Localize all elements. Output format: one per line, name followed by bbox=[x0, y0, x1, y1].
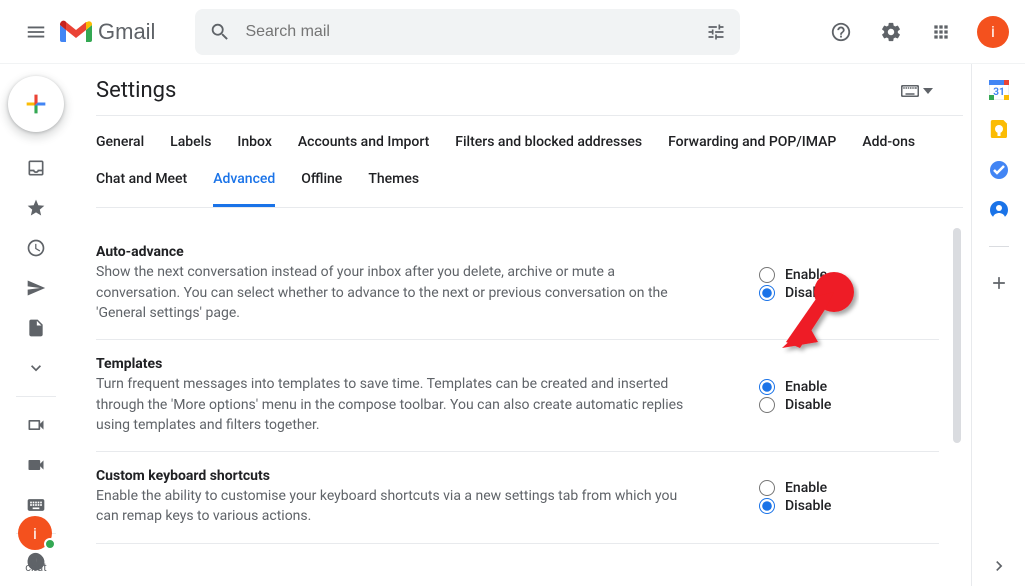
enable-label[interactable]: Enable bbox=[785, 267, 827, 283]
compose-button[interactable] bbox=[8, 76, 64, 132]
setting-name: Custom keyboard shortcuts bbox=[96, 468, 699, 484]
setting-description: Show the next conversation instead of yo… bbox=[96, 262, 699, 323]
setting-name: Templates bbox=[96, 356, 699, 372]
inbox-nav-icon[interactable] bbox=[16, 148, 56, 188]
account-avatar[interactable]: i bbox=[977, 16, 1009, 48]
left-sidebar: i chat bbox=[0, 64, 72, 586]
tab-filters[interactable]: Filters and blocked addresses bbox=[455, 130, 642, 167]
help-icon bbox=[830, 21, 852, 43]
tab-chat[interactable]: Chat and Meet bbox=[96, 167, 187, 207]
page-title: Settings bbox=[96, 78, 176, 103]
templates-disable-radio[interactable] bbox=[759, 397, 775, 413]
svg-text:31: 31 bbox=[993, 87, 1004, 98]
scrollbar-thumb[interactable] bbox=[953, 228, 961, 443]
tab-offline[interactable]: Offline bbox=[301, 167, 342, 207]
input-tools-button[interactable] bbox=[901, 84, 933, 98]
shortcuts-enable-radio[interactable] bbox=[759, 480, 775, 496]
presence-indicator-icon bbox=[44, 538, 56, 550]
tab-themes[interactable]: Themes bbox=[368, 167, 419, 207]
main-content: Settings General Labels Inbox Accounts a… bbox=[72, 64, 971, 586]
right-side-panel: 31 bbox=[971, 64, 1025, 586]
gear-icon bbox=[880, 21, 902, 43]
settings-tabs: General Labels Inbox Accounts and Import… bbox=[96, 115, 963, 208]
gmail-logo-icon bbox=[60, 20, 92, 44]
sent-nav-icon[interactable] bbox=[16, 268, 56, 308]
setting-description: Enable the ability to customise your key… bbox=[96, 486, 699, 527]
hamburger-icon bbox=[25, 21, 47, 43]
search-bar[interactable] bbox=[195, 9, 740, 55]
tab-advanced[interactable]: Advanced bbox=[213, 167, 275, 207]
search-icon[interactable] bbox=[209, 21, 231, 43]
header-actions: i bbox=[821, 12, 1009, 52]
keyboard-icon bbox=[901, 84, 919, 98]
keep-addon-icon[interactable] bbox=[989, 120, 1009, 140]
setting-keyboard-shortcuts: Custom keyboard shortcuts Enable the abi… bbox=[96, 452, 939, 544]
plus-icon bbox=[22, 90, 50, 118]
settings-list: Auto-advance Show the next conversation … bbox=[96, 228, 963, 586]
meet-new-icon[interactable] bbox=[16, 405, 56, 445]
plus-icon bbox=[989, 273, 1009, 293]
tab-accounts[interactable]: Accounts and Import bbox=[298, 130, 429, 167]
contacts-addon-icon[interactable] bbox=[989, 200, 1009, 220]
search-input[interactable] bbox=[245, 23, 706, 41]
search-options-icon[interactable] bbox=[706, 22, 726, 42]
tasks-addon-icon[interactable] bbox=[989, 160, 1009, 180]
main-menu-button[interactable] bbox=[16, 12, 56, 52]
setting-templates: Templates Turn frequent messages into te… bbox=[96, 340, 939, 452]
tab-addons[interactable]: Add-ons bbox=[862, 130, 915, 167]
more-nav-icon[interactable] bbox=[16, 348, 56, 388]
setting-auto-advance: Auto-advance Show the next conversation … bbox=[96, 228, 939, 340]
chevron-right-icon bbox=[989, 556, 1009, 576]
get-addons-button[interactable] bbox=[989, 273, 1009, 293]
starred-nav-icon[interactable] bbox=[16, 188, 56, 228]
disable-label[interactable]: Disable bbox=[785, 397, 831, 413]
support-button[interactable] bbox=[821, 12, 861, 52]
disable-label[interactable]: Disable bbox=[785, 498, 831, 514]
meet-join-icon[interactable] bbox=[16, 445, 56, 485]
app-header: Gmail i bbox=[0, 0, 1025, 64]
gmail-logo-text: Gmail bbox=[98, 19, 155, 45]
shortcuts-disable-radio[interactable] bbox=[759, 498, 775, 514]
gmail-logo[interactable]: Gmail bbox=[60, 19, 155, 45]
calendar-addon-icon[interactable]: 31 bbox=[989, 80, 1009, 100]
auto-advance-disable-radio[interactable] bbox=[759, 285, 775, 301]
setting-description: Turn frequent messages into templates to… bbox=[96, 374, 699, 435]
chat-label: chat bbox=[25, 561, 46, 574]
settings-button[interactable] bbox=[871, 12, 911, 52]
setting-name: Auto-advance bbox=[96, 244, 699, 260]
tab-inbox[interactable]: Inbox bbox=[237, 130, 271, 167]
side-panel-toggle[interactable] bbox=[989, 556, 1009, 576]
enable-label[interactable]: Enable bbox=[785, 379, 827, 395]
snoozed-nav-icon[interactable] bbox=[16, 228, 56, 268]
enable-label[interactable]: Enable bbox=[785, 480, 827, 496]
auto-advance-enable-radio[interactable] bbox=[759, 267, 775, 283]
dropdown-caret-icon bbox=[923, 88, 933, 94]
disable-label[interactable]: Disable bbox=[785, 285, 831, 301]
tab-forwarding[interactable]: Forwarding and POP/IMAP bbox=[668, 130, 836, 167]
apps-grid-icon bbox=[931, 22, 951, 42]
templates-enable-radio[interactable] bbox=[759, 379, 775, 395]
tab-general[interactable]: General bbox=[96, 130, 144, 167]
tab-labels[interactable]: Labels bbox=[170, 130, 211, 167]
apps-button[interactable] bbox=[921, 12, 961, 52]
drafts-nav-icon[interactable] bbox=[16, 308, 56, 348]
